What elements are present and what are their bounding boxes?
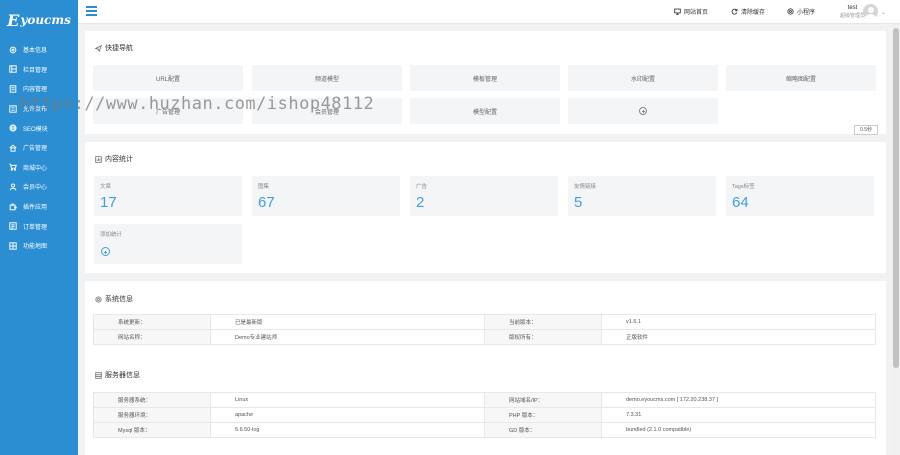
send-icon xyxy=(95,44,102,52)
stat-tags[interactable]: Tags标签 64 xyxy=(726,176,874,216)
globe-icon xyxy=(8,124,17,133)
quick-nav-title: 快捷导航 xyxy=(95,43,133,53)
sidebar-item-members[interactable]: 会员中心 xyxy=(0,177,78,197)
sidebar-item-basic-info[interactable]: 基本信息 xyxy=(0,40,78,60)
home-icon xyxy=(8,143,17,152)
scrollbar-thumb[interactable] xyxy=(893,28,899,368)
menu-toggle-icon[interactable] xyxy=(86,6,97,16)
sidebar-item-columns[interactable]: 栏目管理 xyxy=(0,60,78,80)
stat-images[interactable]: 图集 67 xyxy=(252,176,400,216)
nav-tile-template[interactable]: 模板管理 xyxy=(410,65,560,91)
monitor-icon xyxy=(674,8,681,15)
server-icon xyxy=(95,371,102,379)
nav-tile-thumbnail[interactable]: 缩略图配置 xyxy=(726,65,876,91)
sidebar-item-seo[interactable]: SEO模块 xyxy=(0,118,78,138)
sidebar-item-function-map[interactable]: 功能地图 xyxy=(0,236,78,256)
table-row: 服务器系统： Linux 网站域名/IP： demo.eyoucms.com [… xyxy=(93,392,876,408)
nav-tile-add[interactable] xyxy=(568,98,718,124)
chart-icon xyxy=(95,155,102,163)
sidebar-item-shop[interactable]: 商城中心 xyxy=(0,158,78,178)
user-role: 超级管理员 xyxy=(840,13,866,19)
sidebar: Eyoucms 基本信息 栏目管理 内容管理 允许发布 SEO模块 广告管理 商… xyxy=(0,0,78,455)
plus-circle-icon xyxy=(101,247,110,256)
refresh-icon xyxy=(731,8,738,15)
stat-ads[interactable]: 广告 2 xyxy=(410,176,558,216)
gear-icon xyxy=(8,45,17,54)
content-stats-title: 内容统计 xyxy=(95,154,133,164)
logo[interactable]: Eyoucms xyxy=(0,0,78,40)
top-bar: 网站首页 清除缓存 小程序 test 超级管理员 ⌄ xyxy=(78,0,900,24)
table-row: Mysql 版本： 5.6.50-log GD 版本： bundled (2.1… xyxy=(93,422,876,438)
nav-tile-watermark[interactable]: 水印配置 xyxy=(568,65,718,91)
sidebar-item-orders[interactable]: 订单管理 xyxy=(0,216,78,236)
server-info-title: 服务器信息 xyxy=(95,370,140,380)
nav-tile-url-config[interactable]: URL配置 xyxy=(93,65,243,91)
stat-links[interactable]: 友情链接 5 xyxy=(568,176,716,216)
cart-icon xyxy=(8,163,17,172)
sidebar-item-plugins[interactable]: 插件应用 xyxy=(0,197,78,217)
mini-program-link[interactable]: 小程序 xyxy=(787,7,815,16)
stat-articles[interactable]: 文章 17 xyxy=(94,176,242,216)
grid-icon xyxy=(8,241,17,250)
settings-icon xyxy=(95,295,102,303)
table-row: 系统更新： 已是最新版 当前版本： v1.6.1 xyxy=(93,314,876,330)
clear-cache-link[interactable]: 清除缓存 xyxy=(731,7,765,16)
columns-icon xyxy=(8,65,17,74)
user-info[interactable]: test 超级管理员 xyxy=(840,4,865,20)
hide-button[interactable]: 0.5秒 xyxy=(854,125,878,135)
miniapp-icon xyxy=(787,8,794,15)
watermark: https://www.huzhan.com/ishop48112 xyxy=(20,94,375,114)
chevron-down-icon[interactable]: ⌄ xyxy=(881,9,886,16)
system-info-table: 系统更新： 已是最新版 当前版本： v1.6.1 网站名称： Demo专业建站师… xyxy=(93,314,876,345)
table-row: 服务器环境： apache PHP 版本： 7.3.31 xyxy=(93,407,876,423)
site-home-link[interactable]: 网站首页 xyxy=(674,7,708,16)
content-stats-panel: 内容统计 文章 17 图集 67 广告 2 友情链接 5 Tags标签 64 添… xyxy=(85,142,886,273)
server-info-table: 服务器系统： Linux 网站域名/IP： demo.eyoucms.com [… xyxy=(93,392,876,438)
puzzle-icon xyxy=(8,202,17,211)
stat-add[interactable]: 添加统计 xyxy=(94,224,242,264)
avatar[interactable] xyxy=(863,4,878,19)
nav-tile-channel-model[interactable]: 频道模型 xyxy=(252,65,402,91)
nav-tile-model-config[interactable]: 模型配置 xyxy=(410,98,560,124)
quick-nav-panel: 快捷导航 URL配置 频道模型 模板管理 水印配置 缩略图配置 广告管理 会员管… xyxy=(85,31,886,135)
user-icon xyxy=(8,182,17,191)
system-info-title: 系统信息 xyxy=(95,294,133,304)
sidebar-item-ads[interactable]: 广告管理 xyxy=(0,138,78,158)
table-row: 网站名称： Demo专业建站师 版权所有： 正版软件 xyxy=(93,329,876,345)
plus-circle-icon xyxy=(639,107,647,115)
list-icon xyxy=(8,104,17,113)
system-info-panel: 系统信息 系统更新： 已是最新版 当前版本： v1.6.1 网站名称： Demo… xyxy=(85,281,886,455)
order-icon xyxy=(8,222,17,231)
document-icon xyxy=(8,84,17,93)
